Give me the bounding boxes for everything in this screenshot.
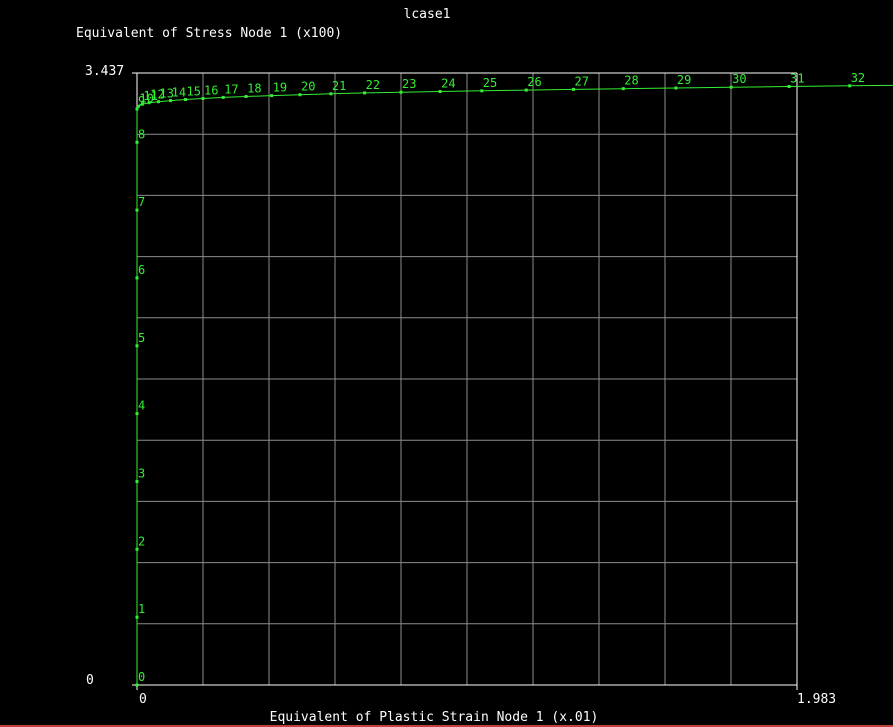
grid xyxy=(137,73,797,685)
data-point-label: 28 xyxy=(624,74,638,88)
data-point-label: 30 xyxy=(732,72,746,86)
data-point-label: 3 xyxy=(138,467,145,481)
data-point-label: 8 xyxy=(138,127,145,141)
data-point-label: 27 xyxy=(575,74,589,88)
data-point-label: 22 xyxy=(366,78,380,92)
data-point-label: 20 xyxy=(301,80,315,94)
data-point-label: 29 xyxy=(677,73,691,87)
data-point-label: 17 xyxy=(224,82,238,96)
data-point-label: 1 xyxy=(138,602,145,616)
data-point-label: 26 xyxy=(527,75,541,89)
data-point-label: 31 xyxy=(790,72,804,86)
data-point-label: 23 xyxy=(402,77,416,91)
data-point-label: 25 xyxy=(483,76,497,90)
data-point-label: 0 xyxy=(138,670,145,684)
x-tick-label-min: 0 xyxy=(139,692,147,707)
data-point-label: 4 xyxy=(138,399,145,413)
data-point-label: 5 xyxy=(138,331,145,345)
plot-window: 0 1 2 3 4 5 6 7 8 9 10 11 12 13 14 15 16 17 18 19 20 21 22 23 24… xyxy=(0,0,893,727)
point-labels: 01234567891011121314 15 16 17 18 19 20 21 22 23 24… xyxy=(138,71,865,684)
data-point-label: 19 xyxy=(273,81,287,95)
data-point-label: 16 xyxy=(204,84,218,98)
chart-canvas: 01234567891011121314 15 16 17 18 19 20 21 22 23 24… xyxy=(76,7,893,725)
data-point-label: 7 xyxy=(138,195,145,209)
data-point-label: 21 xyxy=(332,79,346,93)
x-axis-label: Equivalent of Plastic Strain Node 1 (x.0… xyxy=(270,710,599,725)
data-point-label: 2 xyxy=(138,534,145,548)
data-point-label: 14 xyxy=(172,86,186,100)
y-tick-label-min: 0 xyxy=(86,673,94,688)
y-tick-label-max: 3.437 xyxy=(85,64,124,79)
data-point-label: 32 xyxy=(851,71,865,85)
chart-title: lcase1 xyxy=(404,7,451,22)
data-point-label: 6 xyxy=(138,263,145,277)
axes xyxy=(132,72,798,690)
data-point-label: 18 xyxy=(247,82,261,96)
y-axis-label: Equivalent of Stress Node 1 (x100) xyxy=(76,26,342,41)
x-tick-label-max: 1.983 xyxy=(797,692,836,707)
data-point-label: 24 xyxy=(441,77,455,91)
data-point-label: 15 xyxy=(187,85,201,99)
